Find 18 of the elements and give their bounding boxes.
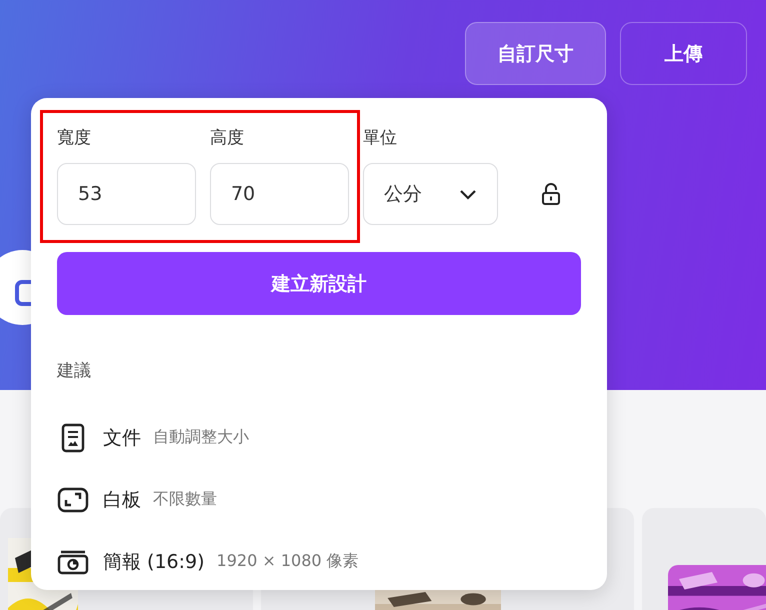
- suggestion-item[interactable]: 白板 不限數量: [57, 468, 581, 531]
- height-label: 高度: [210, 127, 245, 149]
- width-field[interactable]: 53: [57, 163, 196, 225]
- presentation-icon: [57, 548, 89, 574]
- suggestions-heading: 建議: [57, 360, 92, 382]
- create-design-button[interactable]: 建立新設計: [57, 252, 581, 315]
- unit-dropdown[interactable]: 公分: [362, 163, 498, 225]
- width-label: 寬度: [57, 127, 92, 149]
- suggestion-item[interactable]: 簡報 (16:9) 1920 × 1080 像素: [57, 530, 581, 593]
- height-field[interactable]: 70: [210, 163, 349, 225]
- template-card[interactable]: [642, 508, 766, 610]
- suggestion-item[interactable]: 文件 自動調整大小: [57, 406, 581, 469]
- unit-label: 單位: [362, 127, 398, 149]
- document-icon: [61, 422, 85, 452]
- header-button[interactable]: 上傳: [620, 22, 747, 85]
- header-button[interactable]: 自訂尺寸: [465, 22, 606, 85]
- expand-icon: [57, 486, 89, 512]
- chevron-down-icon: [458, 188, 477, 200]
